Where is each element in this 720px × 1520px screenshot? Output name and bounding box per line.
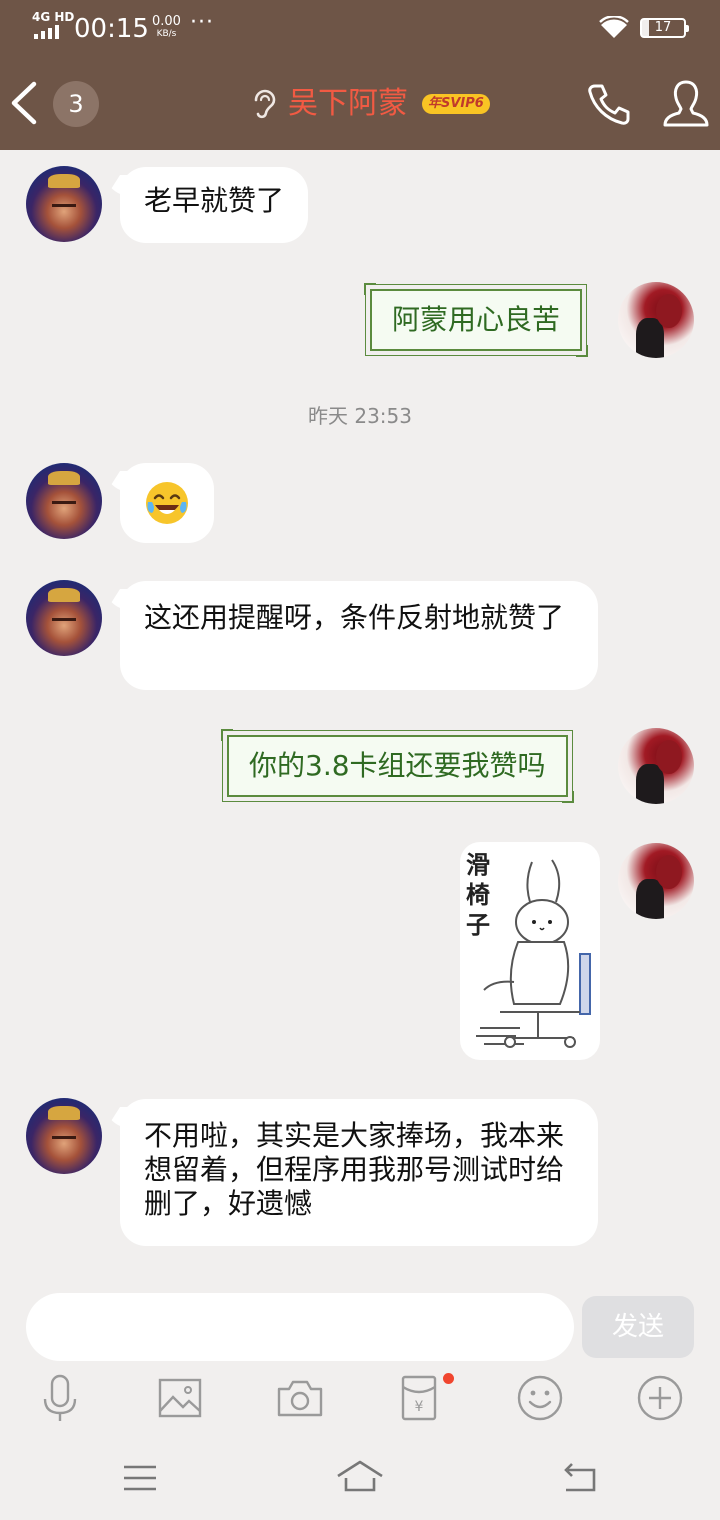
svg-text:¥: ¥ <box>415 1399 424 1415</box>
sticker-message[interactable]: 滑椅子 <box>460 842 600 1060</box>
menu-icon[interactable] <box>118 1456 162 1500</box>
message-bubble-self[interactable]: 你的3.8卡组还要我赞吗 <box>221 729 574 803</box>
speed-value: 0.00 <box>152 14 181 29</box>
top-bar: 4G HD 00:15 0.00 KB/s ··· 17 3 吴下阿蒙 年SVI… <box>0 0 720 150</box>
rabbit-on-chair-sticker <box>476 859 591 1048</box>
message-bubble[interactable]: 这还用提醒呀，条件反射地就赞了 <box>120 581 598 690</box>
network-speed: 0.00 KB/s <box>152 15 181 41</box>
status-bar: 4G HD 00:15 0.00 KB/s ··· 17 <box>0 0 720 56</box>
camera-icon[interactable] <box>275 1373 325 1423</box>
notification-dot <box>443 1373 454 1384</box>
back-icon[interactable] <box>558 1456 602 1500</box>
home-icon[interactable] <box>336 1456 384 1500</box>
message-timestamp: 昨天 23:53 <box>308 404 412 428</box>
message-text: 这还用提醒呀，条件反射地就赞了 <box>144 601 565 634</box>
ear-icon[interactable] <box>250 88 278 120</box>
message-bubble[interactable]: 老早就赞了 <box>120 167 309 243</box>
microphone-icon[interactable] <box>35 1373 85 1423</box>
laughing-tears-emoji-icon <box>146 482 188 524</box>
message-bubble[interactable] <box>120 463 214 543</box>
contact-avatar[interactable] <box>26 1098 102 1174</box>
message-text: 不用啦，其实是大家捧场，我本来想留着，但程序用我那号测试时给删了，好遗憾 <box>144 1119 565 1220</box>
self-avatar[interactable] <box>618 282 694 358</box>
self-avatar[interactable] <box>618 728 694 804</box>
message-text: 你的3.8卡组还要我赞吗 <box>249 749 546 782</box>
message-text: 老早就赞了 <box>144 184 285 217</box>
more-notifications-icon: ··· <box>190 10 214 35</box>
contact-avatar[interactable] <box>26 463 102 539</box>
speed-unit: KB/s <box>156 29 177 39</box>
send-button[interactable]: 发送 <box>582 1296 694 1358</box>
message-input[interactable] <box>26 1293 574 1361</box>
self-avatar[interactable] <box>618 843 694 919</box>
battery-indicator: 17 <box>640 18 689 38</box>
chevron-left-icon[interactable] <box>8 80 40 126</box>
image-icon[interactable] <box>155 1373 205 1423</box>
phone-icon[interactable] <box>585 80 633 128</box>
signal-icon <box>34 25 59 39</box>
message-text: 阿蒙用心良苦 <box>392 303 561 336</box>
emoji-icon[interactable] <box>515 1373 565 1423</box>
vip-badge[interactable]: 年SVIP6 <box>422 94 490 114</box>
message-bubble[interactable]: 不用啦，其实是大家捧场，我本来想留着，但程序用我那号测试时给删了，好遗憾 <box>120 1099 598 1246</box>
clock: 00:15 <box>74 14 149 44</box>
contact-avatar[interactable] <box>26 166 102 242</box>
plus-icon[interactable] <box>635 1373 685 1423</box>
red-packet-icon[interactable]: ¥ <box>395 1373 445 1423</box>
contact-name[interactable]: 吴下阿蒙 <box>288 84 408 124</box>
person-icon[interactable] <box>662 78 710 130</box>
message-bubble-self[interactable]: 阿蒙用心良苦 <box>363 283 589 357</box>
unread-count-badge[interactable]: 3 <box>53 81 99 127</box>
wifi-icon <box>599 16 629 38</box>
contact-avatar[interactable] <box>26 580 102 656</box>
network-type: 4G HD <box>32 10 75 24</box>
